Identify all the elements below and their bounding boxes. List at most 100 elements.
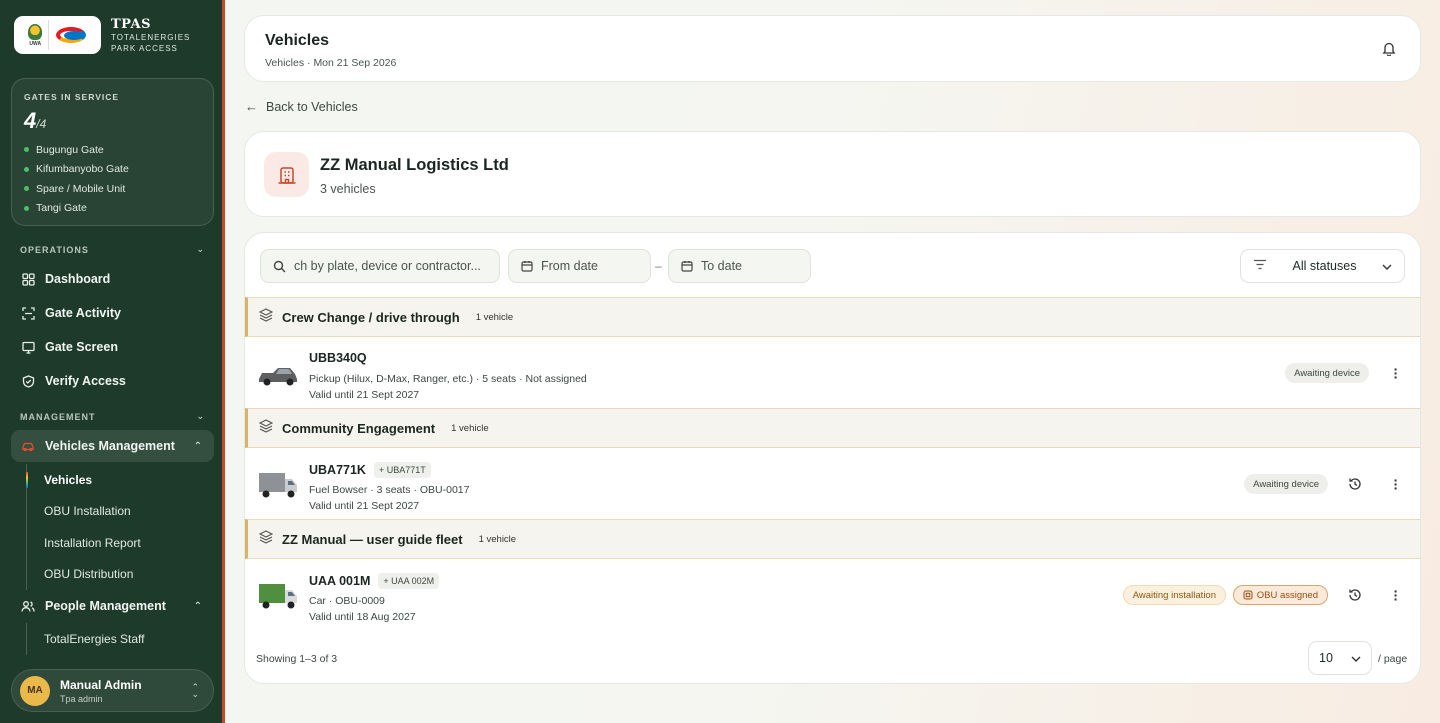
vehicle-plate: UAA 001M + UAA 002M [309, 573, 440, 589]
gates-total: /4 [36, 117, 47, 131]
subnav-vehicles[interactable]: Vehicles [26, 464, 141, 496]
group-header[interactable]: Community Engagement 1 vehicle [245, 408, 1420, 448]
company-name: ZZ Manual Logistics Ltd [320, 156, 509, 174]
alt-plate-tag: + UBA771T [373, 462, 431, 478]
status-badge: Awaiting device [1285, 363, 1369, 383]
plate-number: UBA771K [309, 463, 366, 477]
brand-title: TPAS [111, 16, 151, 32]
group-title: ZZ Manual — user guide fleet [282, 531, 463, 547]
per-page-label: / page [1378, 653, 1408, 665]
nav-gate-activity[interactable]: Gate Activity [11, 297, 214, 329]
sidebar: UWA TPAS TOTALENERGIES PARK ACCESS GATES… [0, 0, 225, 723]
pickup-thumbnail-icon [257, 355, 299, 391]
gates-in-service-card: GATES IN SERVICE 4/4 Bugungu Gate Kifumb… [11, 78, 214, 226]
grid-icon [21, 272, 35, 286]
vehicle-row[interactable]: UBB340Q Pickup (Hilux, D-Max, Ranger, et… [245, 337, 1420, 409]
obu-assigned-label: OBU assigned [1256, 589, 1318, 601]
from-date-input[interactable]: From date [508, 249, 651, 283]
chevron-down-icon [1382, 259, 1392, 273]
gate-item: Kifumbanyobo Gate [24, 160, 201, 180]
history-icon[interactable] [1346, 475, 1364, 493]
subnav-installation-report[interactable]: Installation Report [27, 527, 141, 559]
obu-assigned-badge: OBU assigned [1232, 585, 1328, 605]
vehicle-validity: Valid until 18 Aug 2027 [309, 611, 416, 623]
to-date-input[interactable]: To date [668, 249, 811, 283]
group-header[interactable]: Crew Change / drive through 1 vehicle [245, 297, 1420, 337]
chevron-down-icon [1351, 651, 1361, 665]
status-filter-select[interactable]: All statuses [1240, 249, 1405, 283]
layers-icon [258, 418, 274, 438]
shield-check-icon [21, 374, 35, 388]
from-date-placeholder: From date [541, 259, 598, 273]
vehicle-details: Fuel Bowser · 3 seats · OBU-0017 [309, 484, 470, 496]
nav-dashboard[interactable]: Dashboard [11, 263, 214, 295]
gate-name: Spare / Mobile Unit [36, 182, 126, 195]
vehicle-row[interactable]: UAA 001M + UAA 002M Car · OBU-0009 Valid … [245, 559, 1420, 631]
totalenergies-logo-icon [54, 24, 92, 46]
vehicle-validity: Valid until 21 Sept 2027 [309, 389, 420, 401]
group-header[interactable]: ZZ Manual — user guide fleet 1 vehicle [245, 519, 1420, 559]
section-management[interactable]: MANAGEMENT ⌄ [20, 411, 205, 422]
group-count: 1 vehicle [451, 422, 489, 434]
user-role: Tpa admin [60, 693, 103, 704]
nav-people-management[interactable]: People Management ⌃ [11, 590, 214, 622]
page-header: Vehicles Vehicles · Mon 21 Sep 2026 [244, 15, 1421, 82]
alt-plate-tag: + UAA 002M [378, 573, 440, 589]
plate-number: UBB340Q [309, 351, 367, 365]
status-dot-icon [24, 147, 29, 153]
brand[interactable]: UWA TPAS TOTALENERGIES PARK ACCESS [14, 15, 214, 55]
user-menu[interactable]: MA Manual Admin Tpa admin ⌃ ⌄ [11, 669, 214, 712]
more-vertical-icon[interactable]: · · · [1387, 584, 1405, 606]
nav-verify-access[interactable]: Verify Access [11, 365, 214, 397]
bell-icon[interactable] [1382, 41, 1396, 61]
gate-list: Bugungu Gate Kifumbanyobo Gate Spare / M… [24, 140, 201, 218]
calendar-icon [521, 260, 533, 272]
subnav-obu-installation[interactable]: OBU Installation [27, 496, 141, 528]
group-title: Community Engagement [282, 420, 436, 436]
more-vertical-icon[interactable]: · · · [1387, 473, 1405, 495]
history-icon[interactable] [1346, 586, 1364, 604]
section-operations[interactable]: OPERATIONS ⌄ [20, 244, 205, 255]
breadcrumb: Vehicles · Mon 21 Sep 2026 [265, 57, 397, 69]
nav-vehicles-management[interactable]: Vehicles Management ⌃ [11, 430, 214, 462]
gate-item: Tangi Gate [24, 199, 201, 219]
status-badge: Awaiting installation [1122, 585, 1226, 605]
vehicle-plate: UBA771K + UBA771T [309, 462, 431, 478]
group-title: Crew Change / drive through [282, 309, 460, 325]
vehicle-details: Pickup (Hilux, D-Max, Ranger, etc.) · 5 … [309, 373, 587, 385]
brand-subtitle-1: TOTALENERGIES [111, 32, 191, 42]
gate-name: Bugungu Gate [36, 143, 104, 156]
status-dot-icon [24, 205, 29, 211]
chevron-down-icon: ⌄ [196, 411, 205, 421]
page-title: Vehicles [265, 32, 330, 49]
status-badge: Awaiting device [1244, 474, 1328, 494]
scan-icon [21, 306, 35, 320]
people-subnav: TotalEnergies Staff [26, 623, 145, 655]
nav-gate-screen[interactable]: Gate Screen [11, 331, 214, 363]
more-vertical-icon[interactable]: · · · [1387, 362, 1405, 384]
vehicle-list-card: ch by plate, device or contractor... Fro… [244, 232, 1421, 684]
nav-label: Gate Activity [45, 306, 121, 320]
nav-label: Dashboard [45, 272, 111, 286]
chevron-up-icon: ⌃ [193, 440, 202, 452]
nav-label: Gate Screen [45, 340, 118, 354]
pagination-summary: Showing 1–3 of 3 [256, 653, 338, 665]
subnav-obu-distribution[interactable]: OBU Distribution [27, 559, 141, 591]
date-range-separator: – [655, 259, 662, 273]
page-size-value: 10 [1319, 651, 1333, 665]
search-placeholder: ch by plate, device or contractor... [294, 259, 481, 273]
building-icon [264, 152, 309, 197]
section-operations-label: OPERATIONS [20, 244, 89, 255]
chevron-up-icon: ⌃ [193, 600, 202, 612]
nav-label: Verify Access [45, 374, 126, 388]
chevron-down-icon: ⌄ [196, 244, 205, 254]
gate-name: Tangi Gate [36, 202, 87, 215]
subnav-totalenergies-staff[interactable]: TotalEnergies Staff [27, 623, 145, 655]
vehicle-details: Car · OBU-0009 [309, 595, 385, 607]
gate-item: Spare / Mobile Unit [24, 179, 201, 199]
vehicle-row[interactable]: UBA771K + UBA771T Fuel Bowser · 3 seats ·… [245, 448, 1420, 520]
search-input[interactable]: ch by plate, device or contractor... [260, 249, 500, 283]
back-link[interactable]: ← Back to Vehicles [245, 99, 358, 114]
back-label: Back to Vehicles [266, 99, 358, 114]
page-size-select[interactable]: 10 [1308, 641, 1372, 675]
